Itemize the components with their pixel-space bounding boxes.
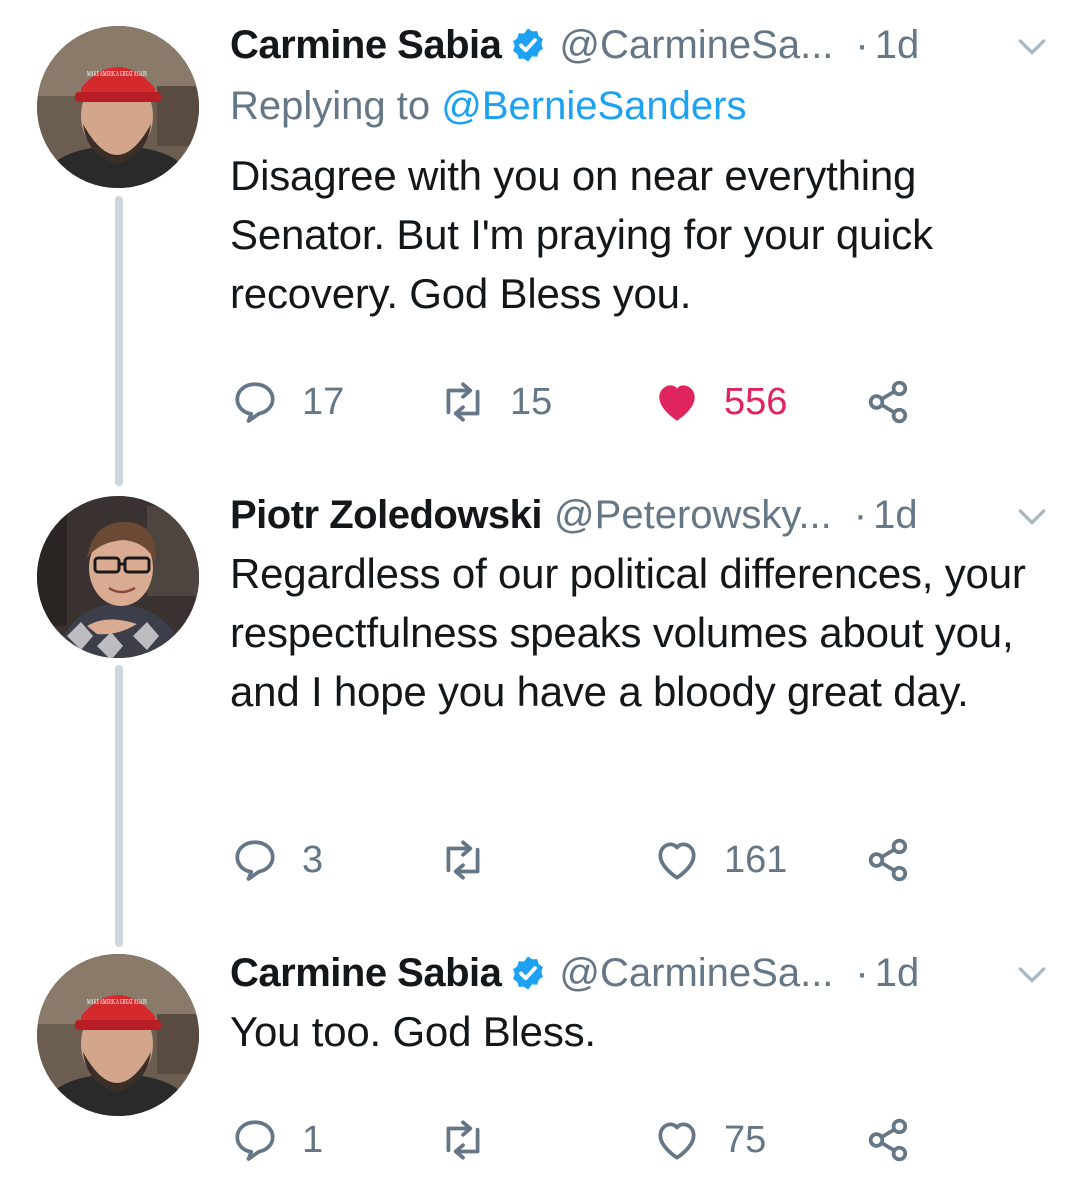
share-button[interactable] (864, 1115, 914, 1165)
chevron-down-icon[interactable] (1012, 954, 1052, 994)
reply-button[interactable]: 17 (230, 377, 344, 427)
chevron-down-icon[interactable] (1012, 496, 1052, 536)
display-name[interactable]: Carmine Sabia (230, 951, 502, 996)
heart-icon (658, 842, 696, 880)
tweet-actions: 17 15 556 (230, 377, 950, 427)
retweet-button[interactable] (438, 1115, 510, 1165)
like-button[interactable]: 556 (652, 377, 787, 427)
conversation-thread: MAKE AMERICA GREAT AGAIN Carmine Sabia @… (0, 0, 1080, 1190)
retweet-count: 15 (510, 380, 553, 423)
tweet-actions: 3 161 (230, 835, 950, 885)
separator-dot: · (855, 22, 869, 67)
separator-dot: · (855, 950, 869, 995)
timestamp[interactable]: 1d (875, 951, 920, 996)
avatar[interactable]: MAKE AMERICA GREAT AGAIN (37, 26, 199, 188)
hat-text: MAKE AMERICA GREAT AGAIN (87, 70, 147, 78)
retweet-icon (446, 382, 480, 422)
reply-count: 1 (302, 1118, 324, 1161)
reply-count: 17 (302, 380, 345, 423)
avatar-image: MAKE AMERICA GREAT AGAIN (37, 26, 199, 188)
display-name[interactable]: Piotr Zoledowski (230, 493, 543, 538)
retweet-button[interactable]: 15 (438, 377, 552, 427)
hat-text: MAKE AMERICA GREAT AGAIN (87, 998, 147, 1006)
replying-to: Replying to @BernieSanders (230, 84, 746, 129)
reply-icon (235, 382, 275, 423)
tweet-text: Disagree with you on near everything Sen… (230, 152, 933, 317)
tweet-header: Carmine Sabia @CarmineSa... · 1d (230, 948, 919, 998)
heart-icon (659, 385, 695, 421)
share-icon (868, 1118, 908, 1162)
reply-button[interactable]: 1 (230, 1115, 323, 1165)
reply-mention-link[interactable]: @BernieSanders (441, 84, 746, 128)
avatar-image: MAKE AMERICA GREAT AGAIN (37, 954, 199, 1116)
user-handle[interactable]: @CarmineSa... (559, 23, 833, 68)
separator-dot: · (853, 492, 868, 537)
reply-button[interactable]: 3 (230, 835, 323, 885)
display-name[interactable]: Carmine Sabia (230, 23, 502, 68)
verified-badge-icon (513, 28, 544, 62)
avatar[interactable]: MAKE AMERICA GREAT AGAIN (37, 954, 199, 1116)
avatar-image (37, 496, 199, 658)
tweet-actions: 1 75 (230, 1115, 950, 1165)
user-handle[interactable]: @Peterowsky... (554, 493, 832, 538)
tweet-header: Piotr Zoledowski @Peterowsky... · 1d (230, 490, 918, 540)
like-button[interactable]: 161 (652, 835, 787, 885)
chevron-down-icon[interactable] (1012, 26, 1052, 66)
share-button[interactable] (864, 377, 914, 427)
thread-line (115, 196, 123, 486)
retweet-icon (446, 840, 480, 880)
like-count: 556 (724, 380, 788, 423)
retweet-icon (446, 1120, 480, 1160)
like-button[interactable]: 75 (652, 1115, 766, 1165)
replying-to-label: Replying to (230, 84, 431, 128)
like-count: 75 (724, 1118, 767, 1161)
avatar[interactable] (37, 496, 199, 658)
share-button[interactable] (864, 835, 914, 885)
share-icon (868, 838, 908, 882)
thread-line (115, 665, 123, 947)
like-count: 161 (724, 838, 788, 881)
retweet-button[interactable] (438, 835, 510, 885)
reply-icon (235, 1120, 275, 1161)
timestamp[interactable]: 1d (875, 23, 920, 68)
timestamp[interactable]: 1d (873, 493, 918, 538)
reply-icon (235, 840, 275, 881)
heart-icon (658, 1122, 696, 1160)
verified-badge-icon (513, 956, 544, 990)
share-icon (868, 380, 908, 424)
tweet-header: Carmine Sabia @CarmineSa... · 1d (230, 20, 919, 70)
tweet-text: Regardless of our political differences,… (230, 550, 1026, 715)
user-handle[interactable]: @CarmineSa... (559, 951, 833, 996)
reply-count: 3 (302, 838, 324, 881)
tweet-text: You too. God Bless. (230, 1008, 596, 1055)
